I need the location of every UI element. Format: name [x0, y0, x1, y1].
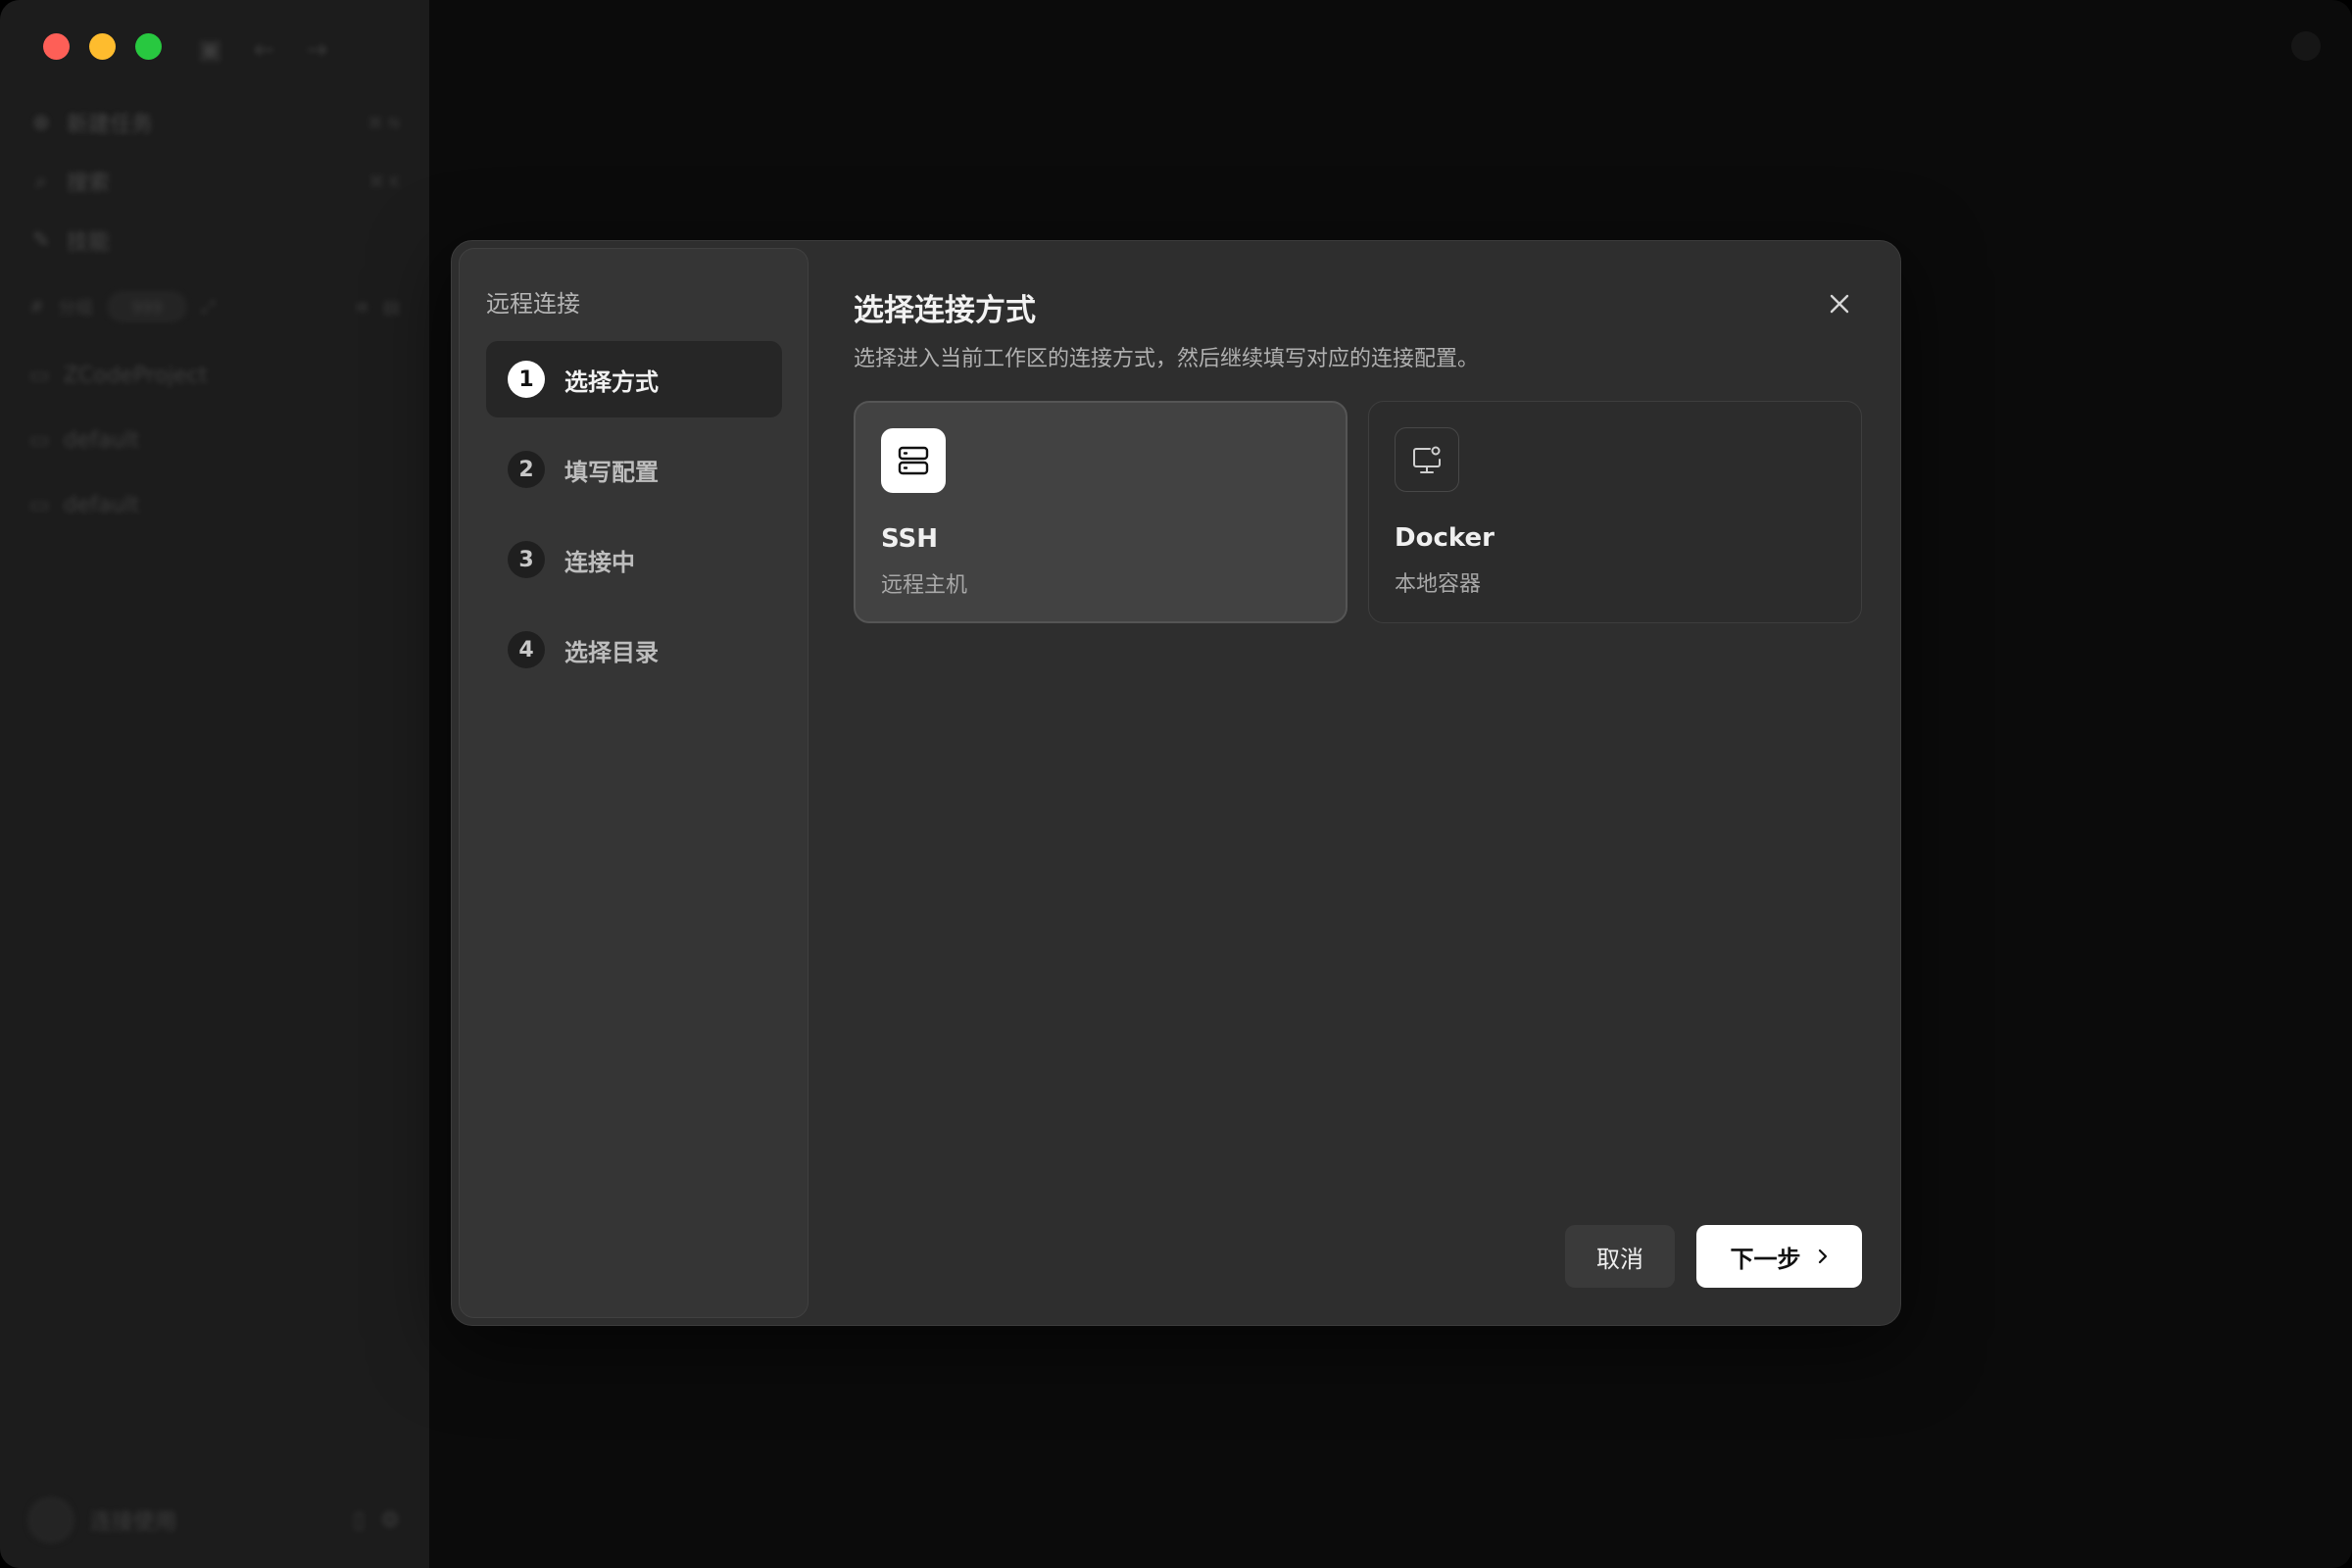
expand-icon[interactable]: ⤢ [201, 297, 215, 318]
step-connecting[interactable]: 3 连接中 [486, 521, 782, 598]
next-button[interactable]: 下一步 [1696, 1225, 1862, 1288]
step-number: 3 [508, 541, 545, 578]
forward-arrow-icon[interactable]: → [306, 35, 327, 65]
option-name: SSH [881, 524, 939, 554]
close-icon [1830, 294, 1849, 314]
step-label: 连接中 [564, 548, 635, 576]
group-icon: # [29, 296, 45, 318]
user-bar: 连接使用 ▯ ⚙ [27, 1495, 400, 1544]
sidebar-item-label: 新建任务 [67, 113, 154, 137]
cancel-button[interactable]: 取消 [1565, 1225, 1675, 1288]
shortcut-hint: ⌘ K [368, 172, 400, 191]
group-toolbar: # 分组 999 ⤢ ≡ ▤ [29, 288, 400, 325]
step-number: 4 [508, 631, 545, 668]
folder-icon: ▭ [29, 427, 50, 453]
remote-connection-dialog: 远程连接 1 选择方式 2 填写配置 3 连接中 4 选择目录 选择连接方式 选… [451, 240, 1901, 1326]
step-fill-config[interactable]: 2 填写配置 [486, 431, 782, 508]
sidebar-item-label: 搜索 [67, 172, 111, 196]
project-label: default [63, 427, 140, 453]
filter-icon[interactable]: ≡ [355, 297, 369, 318]
project-item[interactable]: ▭ ZCodeProject [29, 356, 400, 395]
sidebar-item-new-task[interactable]: ⊕ 新建任务 ⌘ N [29, 103, 400, 142]
step-number: 2 [508, 451, 545, 488]
folder-icon: ▭ [29, 363, 50, 388]
project-label: default [63, 492, 140, 517]
option-docker[interactable]: Docker 本地容器 [1368, 401, 1862, 623]
user-label[interactable]: 连接使用 [90, 1504, 176, 1536]
close-button[interactable] [1820, 284, 1859, 323]
avatar[interactable] [27, 1496, 74, 1544]
status-dot [2291, 31, 2321, 61]
device-icon[interactable]: ▯ [353, 1508, 365, 1533]
titlebar-nav: ▣ ← → [198, 35, 327, 65]
step-choose-method[interactable]: 1 选择方式 [486, 341, 782, 417]
shortcut-hint: ⌘ N [367, 113, 400, 132]
back-arrow-icon[interactable]: ← [254, 35, 275, 65]
panel-title: 远程连接 [486, 290, 580, 318]
step-label: 填写配置 [564, 458, 659, 486]
sidebar-item-search[interactable]: ⌕ 搜索 ⌘ K [29, 162, 400, 201]
project-label: ZCodeProject [63, 363, 208, 388]
option-subtitle: 远程主机 [881, 573, 968, 598]
sidebar-item-skills[interactable]: ✎ 技能 [29, 220, 400, 260]
chevron-right-icon [1818, 1249, 1827, 1264]
sidebar-content: ▣ ← → ⊕ 新建任务 ⌘ N ⌕ 搜索 ⌘ K ✎ 技能 # 分组 999 … [0, 0, 429, 1568]
folder-icon: ▭ [29, 492, 50, 517]
dialog-description: 选择进入当前工作区的连接方式，然后继续填写对应的连接配置。 [854, 347, 1480, 371]
steps-panel: 远程连接 1 选择方式 2 填写配置 3 连接中 4 选择目录 [459, 248, 808, 1318]
group-label[interactable]: 分组 [58, 294, 93, 319]
option-ssh[interactable]: SSH 远程主机 [854, 401, 1348, 623]
step-number: 1 [508, 361, 545, 398]
sidebar: ▣ ← → ⊕ 新建任务 ⌘ N ⌕ 搜索 ⌘ K ✎ 技能 # 分组 999 … [0, 0, 429, 1568]
project-item[interactable]: ▭ default [29, 420, 400, 460]
step-label: 选择目录 [564, 638, 659, 666]
sidebar-toggle-icon[interactable]: ▣ [198, 35, 222, 65]
search-icon: ⌕ [34, 169, 48, 194]
step-choose-directory[interactable]: 4 选择目录 [486, 612, 782, 688]
dialog-title: 选择连接方式 [854, 293, 1036, 328]
sidebar-item-label: 技能 [67, 230, 111, 255]
option-name: Docker [1395, 523, 1494, 553]
app-window: ▣ ← → ⊕ 新建任务 ⌘ N ⌕ 搜索 ⌘ K ✎ 技能 # 分组 999 … [0, 0, 2352, 1568]
option-subtitle: 本地容器 [1395, 572, 1482, 597]
next-button-label: 下一步 [1730, 1245, 1801, 1273]
group-pill[interactable]: 999 [107, 291, 188, 322]
server-icon [881, 428, 946, 493]
plus-circle-icon: ⊕ [31, 110, 51, 135]
step-label: 选择方式 [564, 368, 659, 396]
skills-icon: ✎ [31, 227, 51, 253]
gear-icon[interactable]: ⚙ [380, 1508, 400, 1533]
monitor-container-icon [1395, 427, 1459, 492]
archive-icon[interactable]: ▤ [383, 297, 400, 318]
project-item[interactable]: ▭ default [29, 485, 400, 524]
